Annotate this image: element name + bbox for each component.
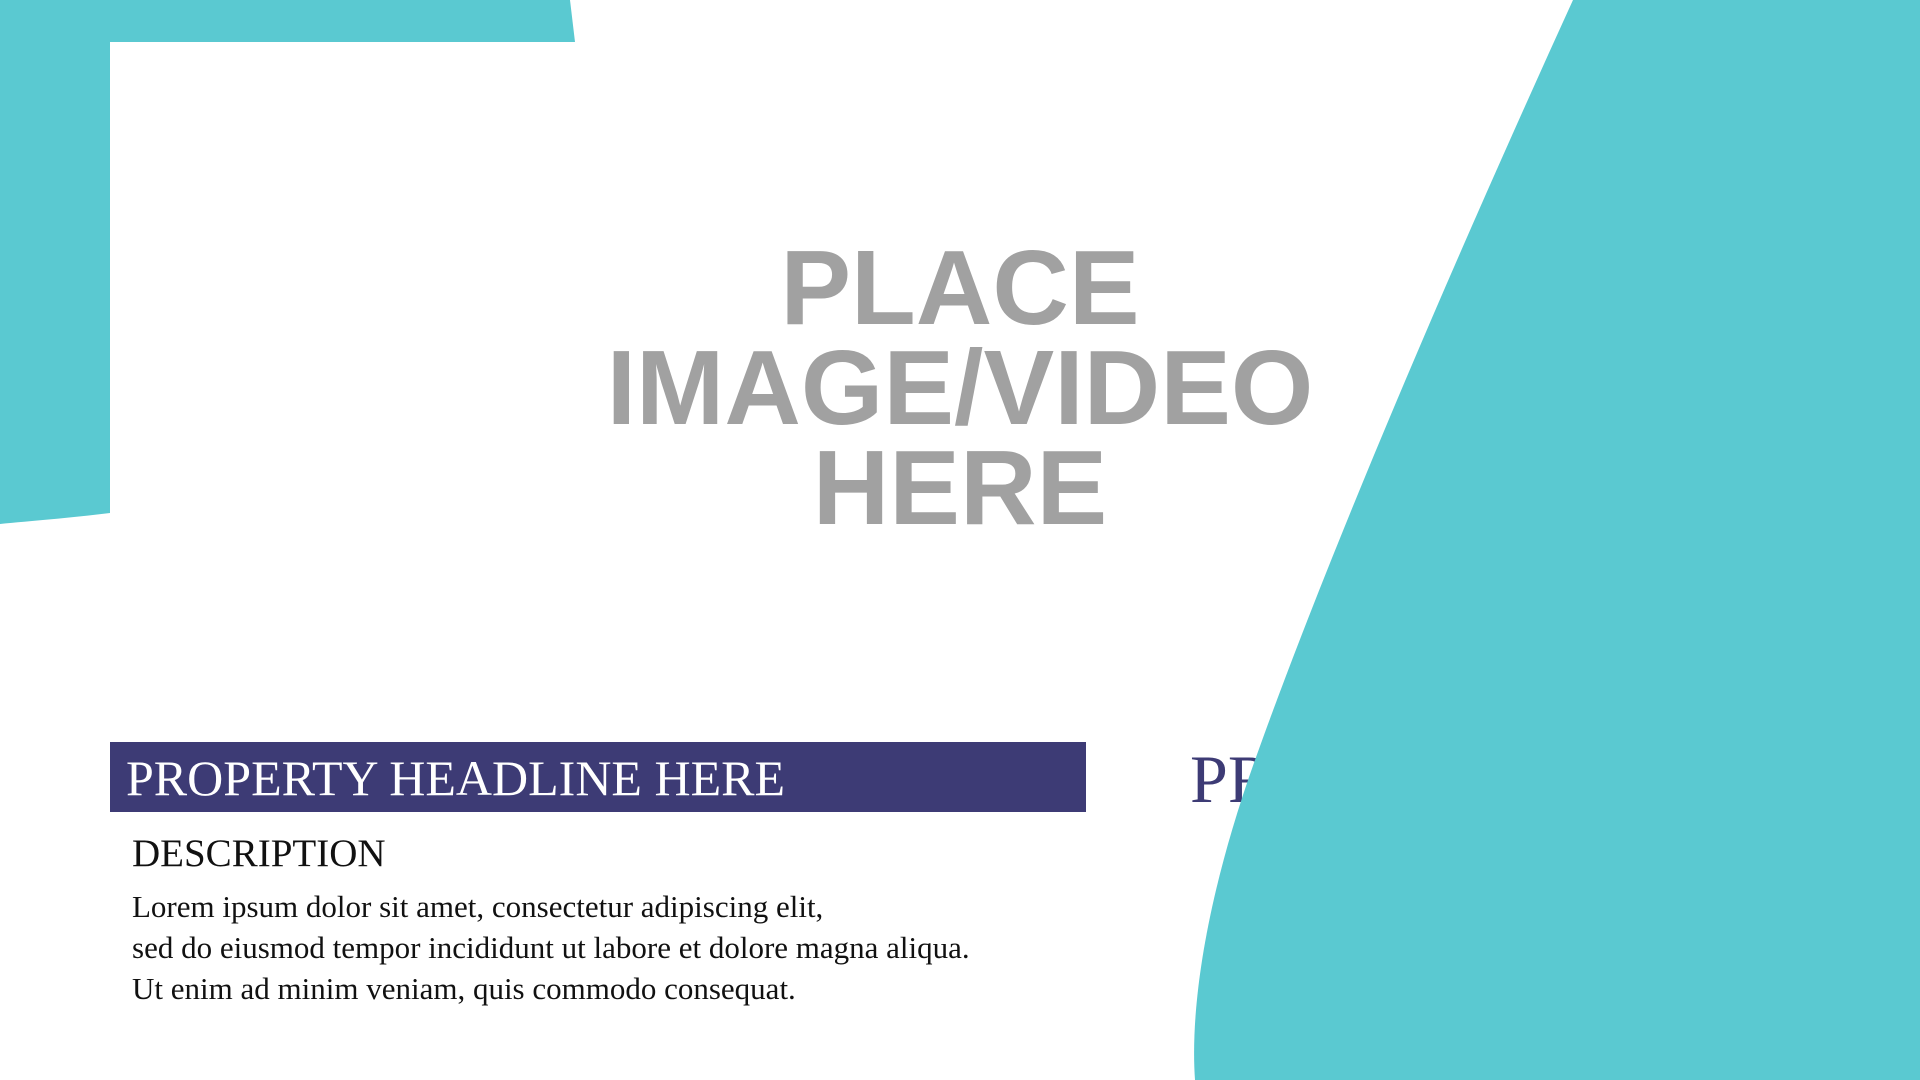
- right-accent-path: [1194, 0, 1920, 1080]
- right-accent-shape: [1194, 0, 1920, 1080]
